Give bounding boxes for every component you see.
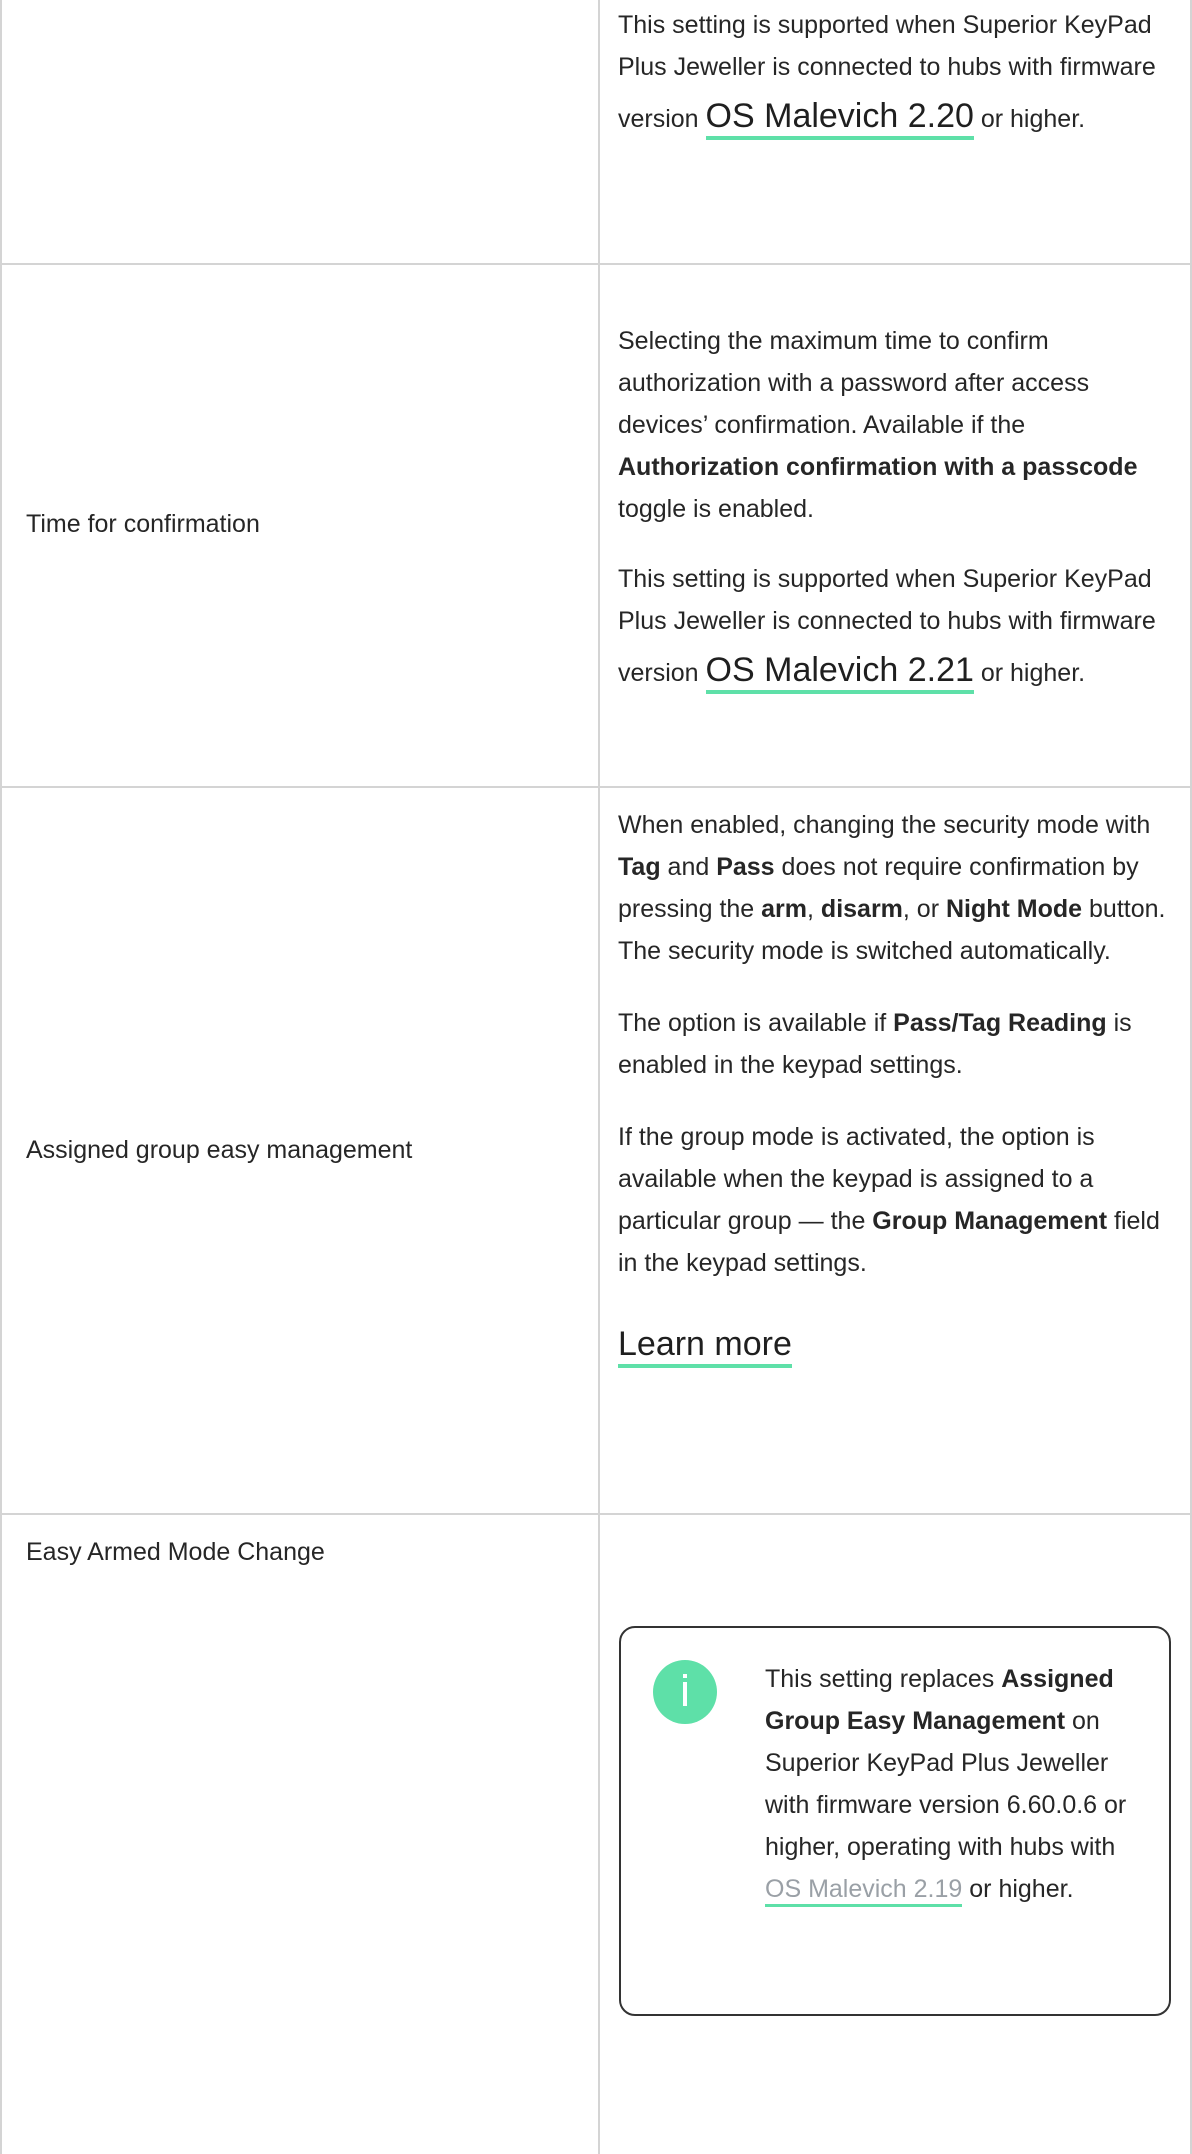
os-malevich-2-19-link[interactable]: OS Malevich 2.19 bbox=[765, 1875, 963, 1907]
column-divider bbox=[598, 0, 600, 2154]
callout-text: This setting replaces Assigned Group Eas… bbox=[765, 1658, 1145, 1910]
description-paragraph: When enabled, changing the security mode… bbox=[618, 811, 1166, 965]
setting-label-assigned-group-easy-management: Assigned group easy management bbox=[26, 1136, 413, 1164]
os-malevich-2-21-link[interactable]: OS Malevich 2.21 bbox=[705, 651, 974, 694]
settings-table: This setting is supported when Superior … bbox=[0, 0, 1192, 2154]
learn-more-paragraph: Learn more bbox=[618, 1316, 1178, 1372]
learn-more-link[interactable]: Learn more bbox=[618, 1325, 792, 1368]
description-paragraph: If the group mode is activated, the opti… bbox=[618, 1123, 1160, 1277]
row-2-description: When enabled, changing the security mode… bbox=[618, 804, 1178, 1372]
info-icon bbox=[653, 1660, 717, 1724]
description-paragraph: The option is available if Pass/Tag Read… bbox=[618, 1009, 1132, 1079]
row-divider bbox=[0, 1513, 1192, 1515]
firmware-note: This setting is supported when Superior … bbox=[618, 4, 1178, 144]
description-paragraph: Selecting the maximum time to confirm au… bbox=[618, 327, 1138, 523]
row-divider bbox=[0, 786, 1192, 788]
setting-label-easy-armed-mode-change: Easy Armed Mode Change bbox=[26, 1538, 325, 1566]
row-0-description: This setting is supported when Superior … bbox=[618, 4, 1178, 144]
row-1-description: Selecting the maximum time to confirm au… bbox=[618, 320, 1178, 698]
setting-label-time-for-confirmation: Time for confirmation bbox=[26, 510, 260, 538]
table-border-left bbox=[0, 0, 2, 2154]
info-callout: This setting replaces Assigned Group Eas… bbox=[619, 1626, 1171, 2016]
row-divider bbox=[0, 263, 1192, 265]
os-malevich-2-20-link[interactable]: OS Malevich 2.20 bbox=[705, 97, 974, 140]
firmware-note: This setting is supported when Superior … bbox=[618, 558, 1178, 698]
